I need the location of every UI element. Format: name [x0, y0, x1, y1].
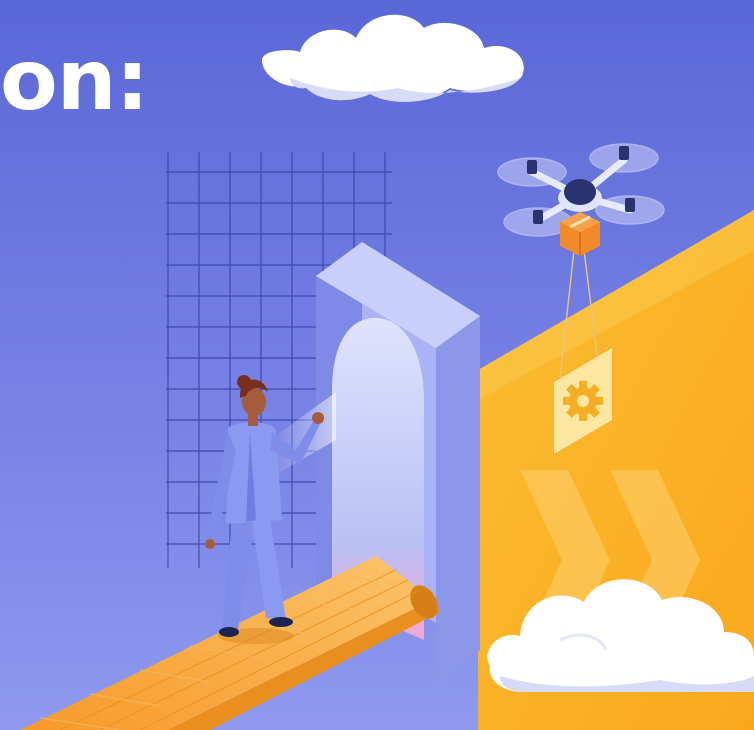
gear-icon [563, 381, 603, 421]
headline-text: on: [0, 31, 149, 129]
